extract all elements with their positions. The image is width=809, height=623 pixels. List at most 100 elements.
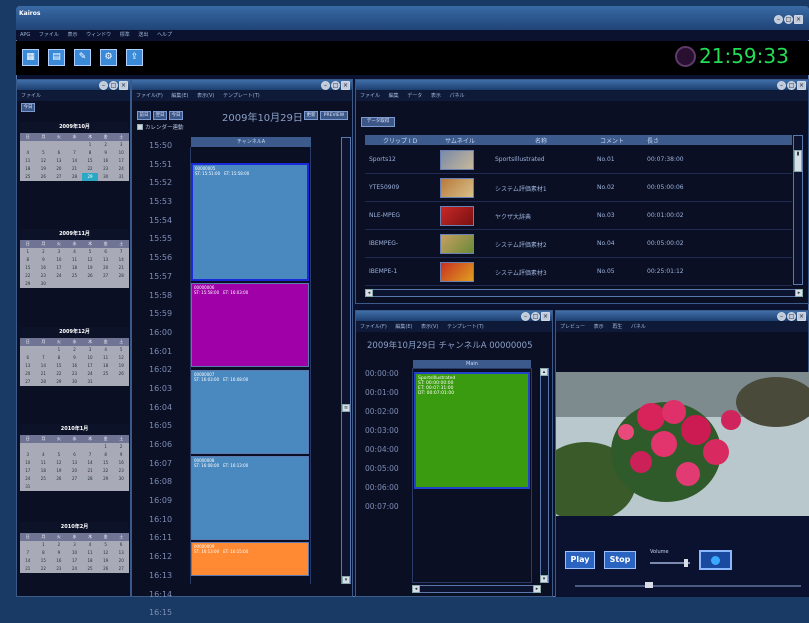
calendar-day[interactable]: 5 [36, 149, 52, 157]
stop-button[interactable]: Stop [604, 551, 636, 569]
col-length[interactable]: 長さ [647, 136, 659, 145]
calendar-day[interactable]: 7 [67, 149, 83, 157]
clip-menu-view[interactable]: 表示 [431, 93, 441, 99]
calendar-day[interactable]: 9 [113, 451, 129, 459]
calendar-day[interactable]: 29 [98, 475, 114, 483]
calendar-day[interactable]: 29 [51, 378, 67, 386]
calendar-day[interactable]: 4 [67, 248, 83, 256]
calendar-day[interactable]: 24 [113, 165, 129, 173]
calendar-day[interactable]: 4 [98, 346, 114, 354]
fetch-data-button[interactable]: データ取得 [361, 117, 395, 127]
calendar-day[interactable]: 14 [82, 459, 98, 467]
calendar-day[interactable]: 21 [82, 467, 98, 475]
close-icon[interactable]: × [797, 81, 806, 90]
scroll-up-icon[interactable]: ▴ [540, 368, 548, 376]
schedule-event[interactable]: 00000005 ST: 15:51:00 ET: 15:58:00 [191, 163, 309, 281]
schedule-menu-view[interactable]: 表示(V) [197, 93, 214, 99]
menu-window[interactable]: ウィンドウ [86, 32, 111, 38]
preview-button[interactable]: PREVIEW [320, 111, 348, 120]
calendar-day[interactable]: 8 [36, 549, 52, 557]
calendar-day[interactable]: 31 [82, 378, 98, 386]
calendar-day[interactable]: 27 [51, 173, 67, 181]
calendar-day[interactable]: 27 [67, 475, 83, 483]
scroll-left-icon[interactable]: ◂ [365, 289, 373, 297]
clip-row[interactable]: IBEMPE-1 システム評価素材3 No.05 00:25:01:12 [365, 258, 792, 286]
detail-clip-block[interactable]: SportsIllustrated ST: 00:00:00:00 ET: 00… [414, 372, 530, 489]
calendar-day[interactable]: 5 [98, 541, 114, 549]
calendar-day[interactable]: 19 [51, 467, 67, 475]
seek-thumb-icon[interactable] [645, 582, 653, 588]
calendar-day[interactable]: 18 [36, 467, 52, 475]
calendar-day[interactable]: 16 [36, 264, 52, 272]
calendar-day[interactable]: 18 [98, 362, 114, 370]
calendar-day[interactable]: 24 [51, 272, 67, 280]
clip-menu-panel[interactable]: パネル [449, 93, 464, 99]
calendar-day[interactable]: 1 [51, 346, 67, 354]
tools-icon[interactable]: ⚙ [100, 49, 117, 66]
calendar-day[interactable]: 28 [113, 272, 129, 280]
calendar-menu-file[interactable]: ファイル [21, 93, 41, 99]
today-nav-button[interactable]: 今日 [169, 111, 183, 120]
maximize-icon[interactable]: □ [531, 312, 540, 321]
calendar-day[interactable]: 8 [51, 354, 67, 362]
menu-standard[interactable]: 標準 [120, 32, 130, 38]
calendar-day[interactable]: 12 [51, 459, 67, 467]
close-icon[interactable]: × [541, 312, 550, 321]
calendar-day[interactable]: 27 [20, 378, 36, 386]
calendar-day[interactable]: 10 [113, 149, 129, 157]
col-thumbnail[interactable]: サムネイル [445, 136, 475, 145]
calendar-day[interactable]: 21 [113, 264, 129, 272]
calendar-day[interactable]: 2 [36, 248, 52, 256]
calendar-day[interactable]: 8 [20, 256, 36, 264]
preview-menu-play[interactable]: 再生 [612, 324, 622, 330]
calendar-day[interactable]: 9 [98, 149, 114, 157]
calendar-day[interactable]: 25 [67, 272, 83, 280]
calendar-day[interactable]: 22 [51, 370, 67, 378]
calendar-day[interactable]: 15 [98, 459, 114, 467]
calendar-day[interactable]: 13 [67, 459, 83, 467]
calendar-day[interactable]: 9 [67, 354, 83, 362]
scroll-down-icon[interactable]: ▾ [540, 575, 548, 583]
play-button[interactable]: Play [565, 551, 595, 569]
clip-row[interactable]: YTE50909 システム評価素材1 No.02 00:05:00:06 [365, 174, 792, 202]
calendar-day[interactable]: 25 [98, 370, 114, 378]
calendar-day[interactable]: 28 [82, 475, 98, 483]
edit-icon[interactable]: ✎ [74, 49, 91, 66]
calendar-day[interactable]: 2 [51, 541, 67, 549]
clip-menu-file[interactable]: ファイル [360, 93, 380, 99]
calendar-day[interactable]: 23 [51, 565, 67, 573]
calendar-day[interactable]: 4 [20, 149, 36, 157]
close-icon[interactable]: × [797, 312, 806, 321]
calendar-day[interactable]: 10 [51, 256, 67, 264]
calendar-day[interactable]: 15 [51, 362, 67, 370]
detail-menu-view[interactable]: 表示(V) [421, 324, 438, 330]
detail-vscroll[interactable] [540, 368, 549, 583]
calendar-day[interactable]: 26 [82, 272, 98, 280]
calendar-day[interactable]: 3 [67, 541, 83, 549]
calendar-day[interactable]: 22 [36, 565, 52, 573]
col-comment[interactable]: コメント [600, 136, 624, 145]
calendar-day[interactable]: 7 [113, 248, 129, 256]
calendar-day[interactable]: 4 [82, 541, 98, 549]
calendar-day[interactable]: 3 [20, 451, 36, 459]
calendar-day[interactable]: 14 [36, 362, 52, 370]
close-icon[interactable]: × [341, 81, 350, 90]
calendar-day[interactable]: 20 [98, 264, 114, 272]
calendar-day[interactable]: 10 [82, 354, 98, 362]
calendar-day[interactable]: 25 [36, 475, 52, 483]
calendar-day[interactable]: 20 [67, 467, 83, 475]
calendar-day[interactable]: 6 [67, 451, 83, 459]
calendar-link-checkbox[interactable] [137, 124, 143, 130]
calendar-day[interactable]: 24 [67, 565, 83, 573]
detail-menu-edit[interactable]: 編集(E) [395, 324, 412, 330]
calendar-day[interactable]: 9 [51, 549, 67, 557]
calendar-day[interactable]: 6 [98, 248, 114, 256]
calendar-day[interactable]: 2 [113, 443, 129, 451]
calendar-day[interactable]: 26 [113, 370, 129, 378]
calendar-day[interactable]: 30 [98, 173, 114, 181]
volume-knob-icon[interactable] [684, 559, 688, 567]
calendar-day[interactable]: 11 [20, 157, 36, 165]
calendar-day[interactable]: 13 [113, 549, 129, 557]
calendar-day[interactable]: 29 [20, 280, 36, 288]
calendar-day[interactable]: 6 [20, 354, 36, 362]
